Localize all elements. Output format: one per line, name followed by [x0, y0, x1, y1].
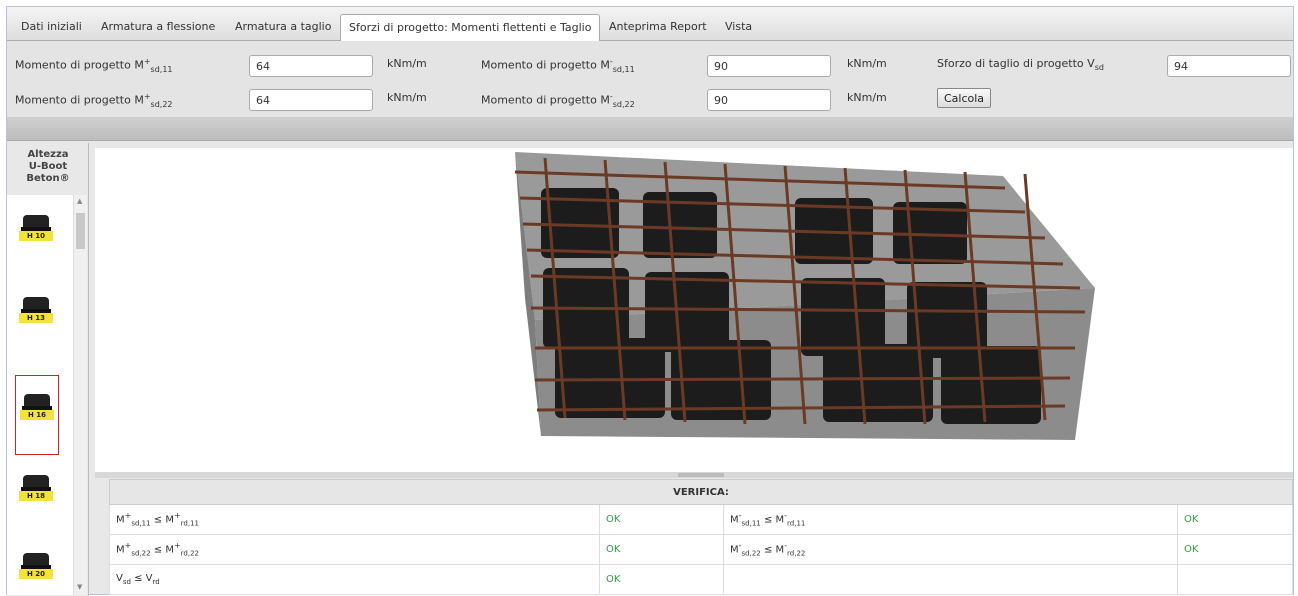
sidebar-title-line: U-Boot	[28, 161, 68, 172]
m-plus-11-field[interactable]	[249, 55, 373, 77]
height-tag: H 13	[19, 313, 53, 323]
height-list: H 10 H 13 H 16 H 18 H 20 ▲ ▼	[7, 195, 87, 595]
height-tag: H 18	[19, 491, 53, 501]
table-row: M+sd,11 ≤ M+rd,11 OK M-sd,11 ≤ M-rd,11 O…	[109, 504, 1293, 535]
uboot-icon	[21, 553, 51, 569]
toolbar-strip	[7, 117, 1293, 141]
height-tag: H 10	[19, 231, 53, 241]
m-plus-11-label: Momento di progetto M+sd,11	[15, 57, 173, 74]
m-minus-11-field[interactable]	[707, 55, 831, 77]
app-window: Dati iniziali Armatura a flessione Armat…	[6, 6, 1294, 596]
tab-armatura-flessione[interactable]: Armatura a flessione	[93, 14, 223, 41]
height-tag: H 20	[19, 569, 53, 579]
m-plus-22-field[interactable]	[249, 89, 373, 111]
tab-armatura-taglio[interactable]: Armatura a taglio	[227, 14, 339, 41]
table-row: Vsd ≤ Vrd OK	[109, 564, 1293, 595]
sidebar-scrollbar[interactable]: ▲ ▼	[73, 195, 87, 595]
uboot-icon	[21, 297, 51, 313]
tab-vista[interactable]: Vista	[717, 14, 760, 41]
m-minus-22-label: Momento di progetto M-sd,22	[481, 92, 635, 109]
slab-3d-viewport[interactable]	[95, 148, 1293, 472]
input-panel: Momento di progetto M+sd,11 kNm/m Moment…	[7, 41, 1293, 117]
tab-sforzi-progetto[interactable]: Sforzi di progetto: Momenti flettenti e …	[340, 14, 601, 42]
m-plus-22-unit: kNm/m	[387, 91, 427, 104]
height-item-h20[interactable]: H 20	[15, 535, 59, 595]
m-minus-11-label: Momento di progetto M-sd,11	[481, 57, 635, 74]
height-item-h18[interactable]: H 18	[15, 457, 59, 537]
panel-splitter[interactable]	[95, 472, 1293, 478]
uboot-icon	[21, 215, 51, 231]
tab-anteprima-report[interactable]: Anteprima Report	[601, 14, 715, 41]
empty-cell	[723, 564, 1178, 595]
height-item-h16[interactable]: H 16	[15, 375, 59, 455]
m-minus-22-field[interactable]	[707, 89, 831, 111]
scroll-up-icon[interactable]: ▲	[77, 197, 82, 205]
m-plus-22-label: Momento di progetto M+sd,22	[15, 92, 173, 109]
status-badge: OK	[599, 534, 724, 565]
height-item-h10[interactable]: H 10	[15, 197, 59, 277]
uboot-icon	[22, 394, 52, 410]
check-m-plus-22: M+sd,22 ≤ M+rd,22	[109, 534, 600, 565]
verification-title: VERIFICA:	[109, 479, 1293, 505]
status-badge	[1177, 564, 1293, 595]
m-plus-11-unit: kNm/m	[387, 57, 427, 70]
m-minus-22-unit: kNm/m	[847, 91, 887, 104]
check-m-minus-22: M-sd,22 ≤ M-rd,22	[723, 534, 1178, 565]
check-v-sd: Vsd ≤ Vrd	[109, 564, 600, 595]
status-badge: OK	[599, 564, 724, 595]
status-badge: OK	[599, 504, 724, 535]
status-badge: OK	[1177, 534, 1293, 565]
scrollbar-thumb[interactable]	[76, 213, 85, 249]
check-m-minus-11: M-sd,11 ≤ M-rd,11	[723, 504, 1178, 535]
status-badge: OK	[1177, 504, 1293, 535]
v-sd-label: Sforzo di taglio di progetto Vsd	[937, 57, 1104, 73]
height-item-h13[interactable]: H 13	[15, 279, 59, 359]
sidebar-title: Altezza U-Boot Beton®	[7, 149, 89, 185]
v-sd-field[interactable]	[1167, 55, 1291, 77]
sidebar-title-line: Beton®	[26, 173, 70, 184]
uboot-icon	[21, 475, 51, 491]
check-m-plus-11: M+sd,11 ≤ M+rd,11	[109, 504, 600, 535]
tab-dati-iniziali[interactable]: Dati iniziali	[13, 14, 90, 41]
verification-panel: VERIFICA: M+sd,11 ≤ M+rd,11 OK M-sd,11 ≤…	[109, 479, 1293, 596]
slab-3d-render	[514, 152, 1095, 440]
calcola-button[interactable]: Calcola	[937, 88, 992, 108]
tab-bar: Dati iniziali Armatura a flessione Armat…	[7, 7, 1293, 42]
m-minus-11-unit: kNm/m	[847, 57, 887, 70]
table-row: M+sd,22 ≤ M+rd,22 OK M-sd,22 ≤ M-rd,22 O…	[109, 534, 1293, 565]
height-tag: H 16	[20, 410, 54, 420]
scroll-down-icon[interactable]: ▼	[77, 583, 82, 591]
height-sidebar: Altezza U-Boot Beton® H 10 H 13 H 16 H 1…	[7, 143, 89, 596]
verification-table: VERIFICA: M+sd,11 ≤ M+rd,11 OK M-sd,11 ≤…	[109, 479, 1293, 595]
splitter-grip[interactable]	[678, 473, 724, 477]
sidebar-title-line: Altezza	[27, 149, 69, 160]
